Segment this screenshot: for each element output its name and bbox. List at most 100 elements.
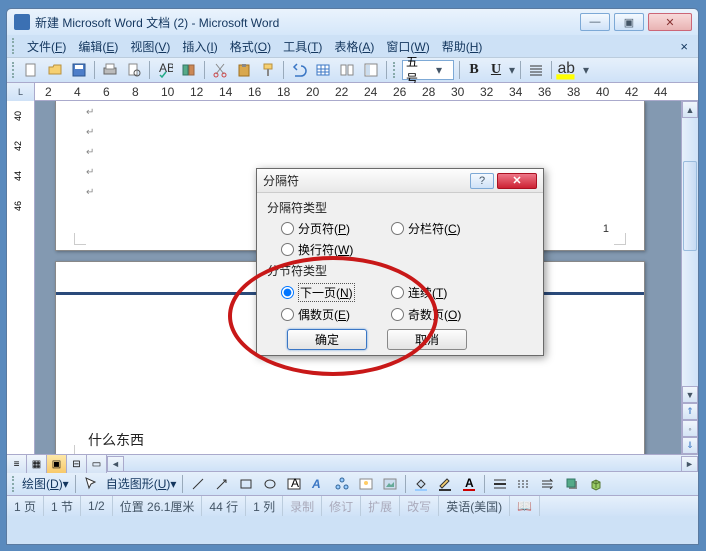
- autoshapes-menu[interactable]: 自选图形(U)▾: [103, 475, 180, 492]
- horizontal-ruler[interactable]: L 24681012141618202224262830323436384042…: [7, 83, 698, 101]
- outline-view-icon[interactable]: ⊟: [67, 455, 87, 473]
- draw-menu[interactable]: 绘图(D)▾: [19, 475, 72, 492]
- font-color-icon[interactable]: A: [458, 473, 480, 495]
- fill-color-icon[interactable]: [410, 473, 432, 495]
- menu-a[interactable]: 表格(A): [328, 36, 380, 57]
- new-icon[interactable]: [20, 59, 42, 81]
- save-icon[interactable]: [68, 59, 90, 81]
- status-rec[interactable]: 录制: [283, 496, 322, 516]
- dialog-help-button[interactable]: ?: [470, 173, 494, 189]
- diagram-icon[interactable]: [331, 473, 353, 495]
- font-size-combo[interactable]: 五号 ▾: [402, 60, 454, 80]
- 3d-icon[interactable]: [585, 473, 607, 495]
- svg-text:A: A: [291, 476, 299, 490]
- vertical-ruler[interactable]: 40424446: [7, 101, 35, 454]
- close-button[interactable]: ✕: [648, 13, 692, 31]
- radio-n[interactable]: 下一页(N): [281, 283, 391, 302]
- line-color-icon[interactable]: [434, 473, 456, 495]
- scroll-right-icon[interactable]: ►: [681, 456, 698, 472]
- word-icon: [14, 14, 30, 30]
- select-objects-icon[interactable]: [80, 473, 102, 495]
- dash-style-icon[interactable]: [513, 473, 535, 495]
- radio-t[interactable]: 连续(T): [391, 283, 501, 302]
- vertical-scrollbar[interactable]: ▲ ▼ ⇑ ◦ ⇓: [681, 101, 698, 454]
- ok-button[interactable]: 确定: [287, 329, 367, 350]
- menu-handle[interactable]: [12, 38, 16, 54]
- rectangle-icon[interactable]: [235, 473, 257, 495]
- svg-text:A: A: [311, 477, 321, 491]
- preview-icon[interactable]: [123, 59, 145, 81]
- radio-o[interactable]: 奇数页(O): [391, 306, 501, 323]
- line-style-icon[interactable]: [489, 473, 511, 495]
- wordart-icon[interactable]: A: [307, 473, 329, 495]
- oval-icon[interactable]: [259, 473, 281, 495]
- arrow-icon[interactable]: [211, 473, 233, 495]
- arrow-style-icon[interactable]: [537, 473, 559, 495]
- radio-c[interactable]: 分栏符(C): [391, 220, 501, 237]
- dropdown-icon[interactable]: ▾: [428, 63, 450, 77]
- format-handle[interactable]: [393, 62, 397, 78]
- next-page-icon[interactable]: ⇓: [682, 437, 698, 454]
- scroll-up-icon[interactable]: ▲: [682, 101, 698, 118]
- menu-t[interactable]: 工具(T): [277, 36, 328, 57]
- format-painter-icon[interactable]: [257, 59, 279, 81]
- doc-map-icon[interactable]: [360, 59, 382, 81]
- menu-f[interactable]: 文件(F): [21, 36, 72, 57]
- normal-view-icon[interactable]: ≡: [7, 455, 27, 473]
- underline-drop[interactable]: ▾: [507, 63, 517, 77]
- draw-handle[interactable]: [12, 476, 16, 492]
- status-ovr[interactable]: 改写: [400, 496, 439, 516]
- web-view-icon[interactable]: ▦: [27, 455, 47, 473]
- menubar: 文件(F)编辑(E)视图(V)插入(I)格式(O)工具(T)表格(A)窗口(W)…: [7, 35, 698, 57]
- textbox-icon[interactable]: A: [283, 473, 305, 495]
- shadow-icon[interactable]: [561, 473, 583, 495]
- status-page: 1 页: [7, 496, 44, 516]
- menu-h[interactable]: 帮助(H): [436, 36, 489, 57]
- status-spell-icon[interactable]: 📖: [510, 496, 540, 516]
- maximize-button[interactable]: ▣: [614, 13, 644, 31]
- research-icon[interactable]: [178, 59, 200, 81]
- dialog-close-button[interactable]: ✕: [497, 173, 537, 189]
- status-rev[interactable]: 修订: [322, 496, 361, 516]
- columns-icon[interactable]: [336, 59, 358, 81]
- line-icon[interactable]: [187, 473, 209, 495]
- dialog-titlebar[interactable]: 分隔符 ? ✕: [257, 169, 543, 193]
- cut-icon[interactable]: [209, 59, 231, 81]
- undo-icon[interactable]: [288, 59, 310, 81]
- bold-button[interactable]: B: [463, 59, 485, 81]
- radio-p[interactable]: 分页符(P): [281, 220, 391, 237]
- cancel-button[interactable]: 取消: [387, 329, 467, 350]
- doc-close-button[interactable]: ×: [672, 39, 696, 54]
- menu-i[interactable]: 插入(I): [176, 36, 223, 57]
- toolbar-handle[interactable]: [12, 62, 16, 78]
- reading-view-icon[interactable]: ▭: [87, 455, 107, 473]
- underline-button[interactable]: U: [485, 59, 507, 81]
- align-justify-icon[interactable]: [525, 59, 547, 81]
- status-lang[interactable]: 英语(美国): [439, 496, 510, 516]
- radio-e[interactable]: 偶数页(E): [281, 306, 391, 323]
- scroll-thumb[interactable]: [683, 161, 697, 251]
- open-icon[interactable]: [44, 59, 66, 81]
- highlight-icon[interactable]: ab: [555, 60, 581, 80]
- menu-v[interactable]: 视图(V): [124, 36, 176, 57]
- paste-icon[interactable]: [233, 59, 255, 81]
- print-icon[interactable]: [99, 59, 121, 81]
- picture-icon[interactable]: [379, 473, 401, 495]
- minimize-button[interactable]: —: [580, 13, 610, 31]
- scroll-down-icon[interactable]: ▼: [682, 386, 698, 403]
- section-break-group: 分节符类型 下一页(N)连续(T)偶数页(E)奇数页(O): [267, 262, 533, 323]
- browse-object-icon[interactable]: ◦: [682, 420, 698, 437]
- spellcheck-icon[interactable]: ABC: [154, 59, 176, 81]
- clipart-icon[interactable]: [355, 473, 377, 495]
- table-icon[interactable]: [312, 59, 334, 81]
- prev-page-icon[interactable]: ⇑: [682, 403, 698, 420]
- status-ext[interactable]: 扩展: [361, 496, 400, 516]
- print-view-icon[interactable]: ▣: [47, 455, 67, 473]
- scroll-left-icon[interactable]: ◄: [107, 456, 124, 472]
- menu-e[interactable]: 编辑(E): [72, 36, 124, 57]
- titlebar[interactable]: 新建 Microsoft Word 文档 (2) - Microsoft Wor…: [7, 9, 698, 35]
- menu-o[interactable]: 格式(O): [224, 36, 277, 57]
- highlight-drop[interactable]: ▾: [581, 63, 591, 77]
- radio-w[interactable]: 换行符(W): [281, 241, 391, 258]
- horizontal-scrollbar[interactable]: ◄ ►: [107, 455, 698, 471]
